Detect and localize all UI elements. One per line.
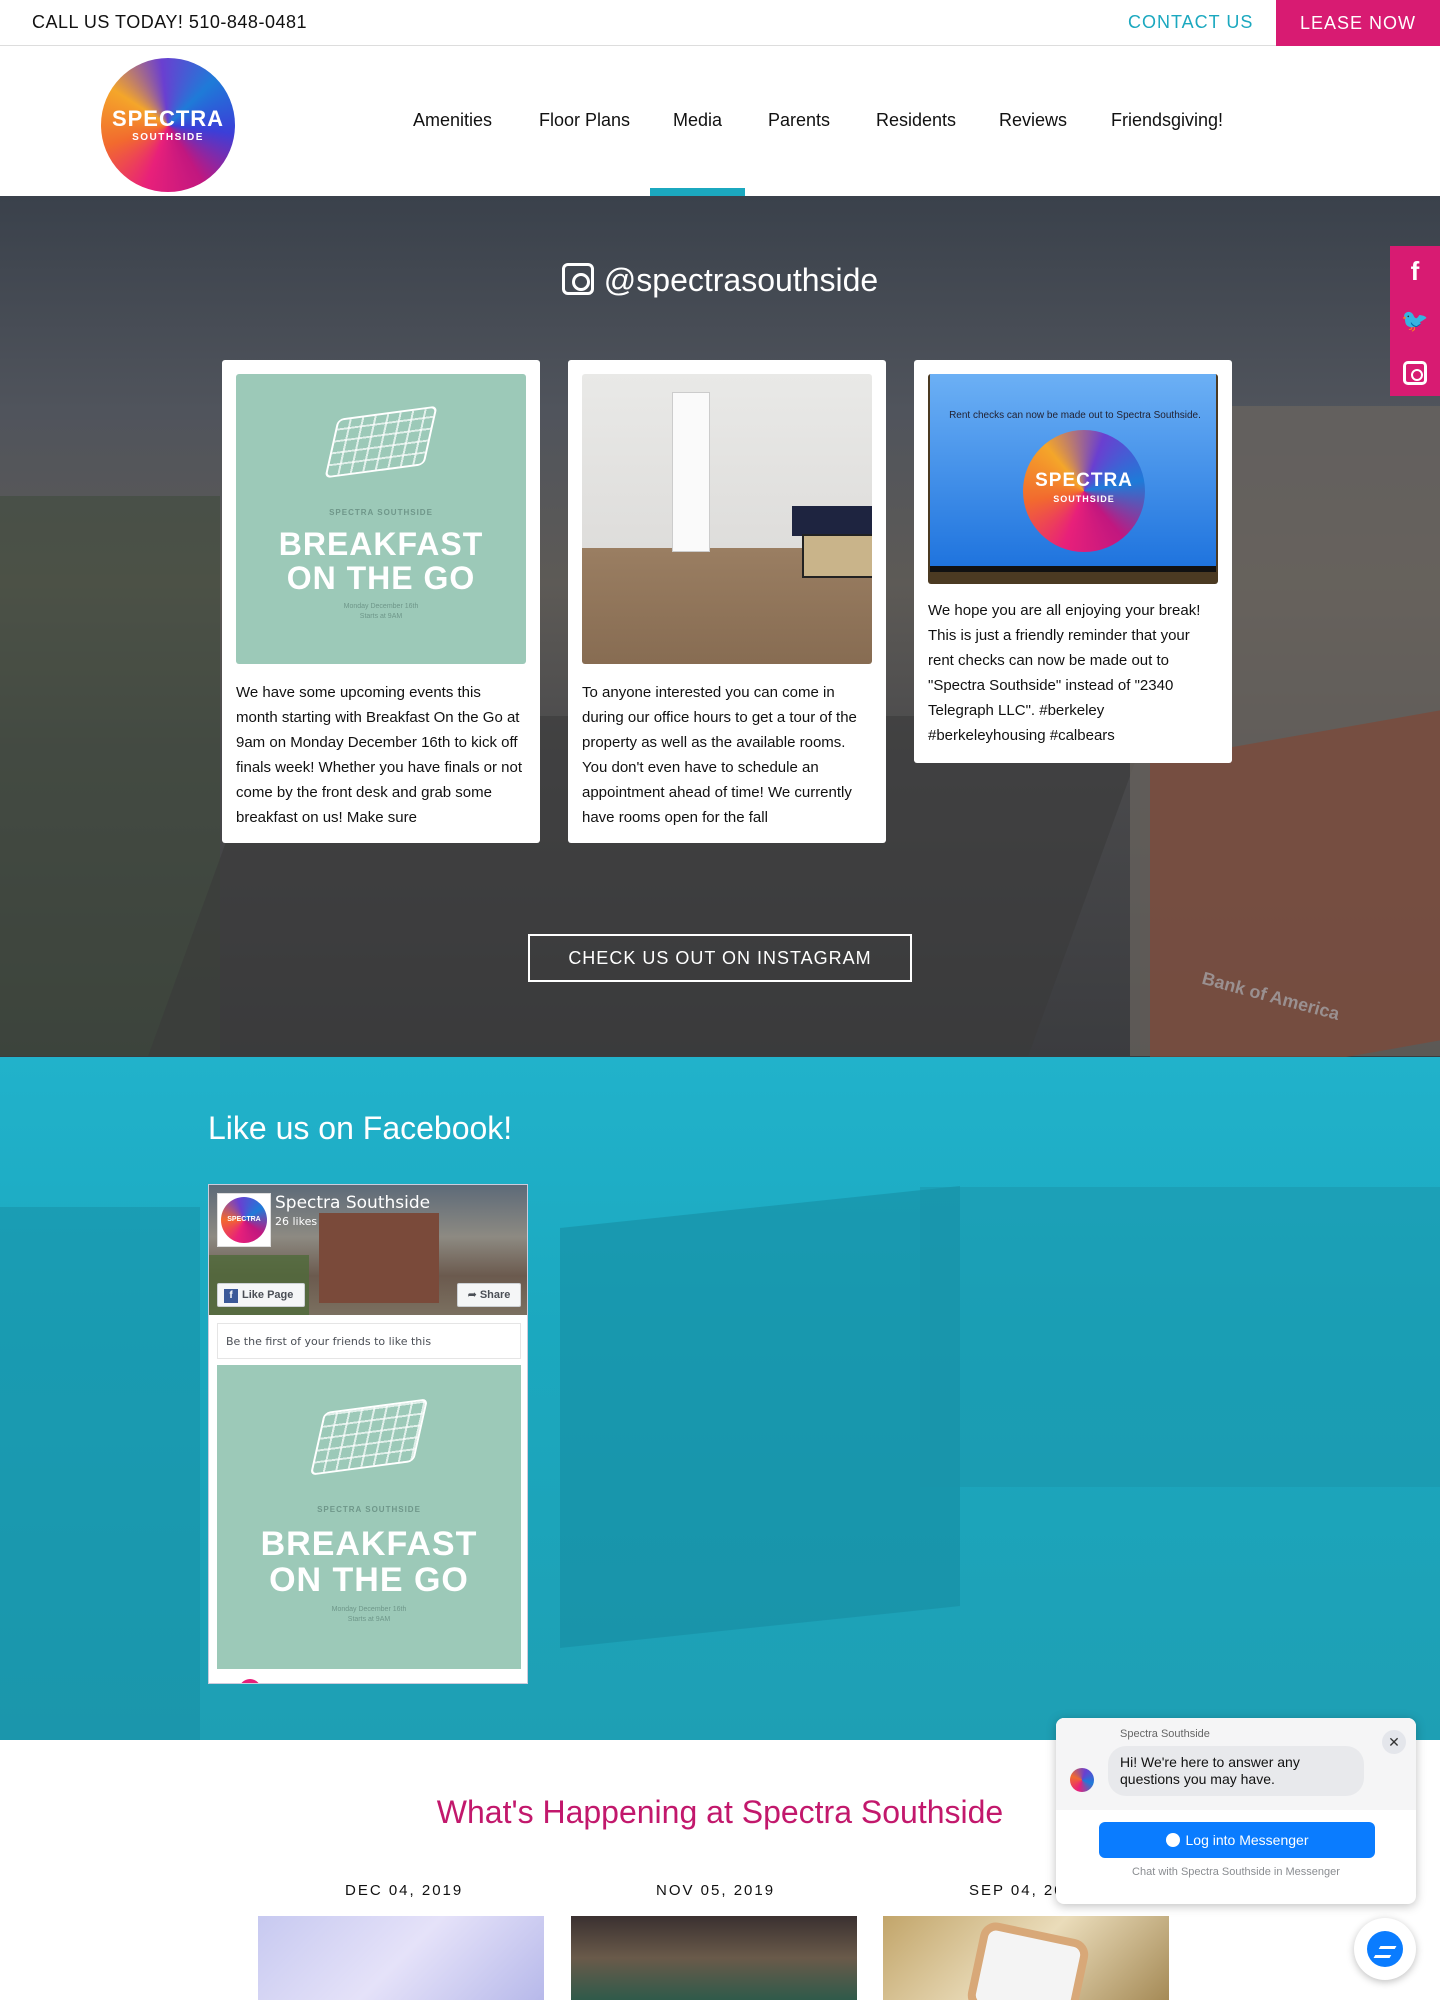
logo-text: SPECTRA xyxy=(111,106,225,131)
tv-screen: Rent checks can now be made out to Spect… xyxy=(930,374,1216,572)
flyer-date: Monday December 16th xyxy=(331,1606,407,1613)
share-label: Share xyxy=(479,1289,511,1301)
flyer-title-line1: BREAKFAST xyxy=(278,526,484,562)
header: SPECTRA SOUTHSIDE Amenities Floor Plans … xyxy=(0,46,1440,196)
instagram-post-caption: We have some upcoming events this month … xyxy=(236,684,522,826)
instagram-glyph xyxy=(1403,361,1427,385)
instagram-post-card[interactable]: SPECTRA SOUTHSIDE BREAKFAST ON THE GO Mo… xyxy=(222,360,540,843)
messenger-icon xyxy=(1367,1931,1403,1967)
breakfast-flyer-image: SPECTRA SOUTHSIDE BREAKFAST ON THE GO Mo… xyxy=(236,374,526,664)
tv-logo-subtext: SOUTHSIDE xyxy=(1053,494,1115,504)
facebook-cover-photo[interactable]: SPECTRA Spectra Southside 26 likes f Like… xyxy=(209,1185,527,1315)
nav-item-reviews[interactable]: Reviews xyxy=(999,110,1067,131)
log-into-messenger-button[interactable]: Log into Messenger xyxy=(1099,1822,1375,1858)
post-date: DEC 04, 2019 xyxy=(345,1882,464,1899)
breakfast-flyer-image: SPECTRA SOUTHSIDE BREAKFAST ON THE GO Mo… xyxy=(217,1365,521,1669)
flyer-title-line1: BREAKFAST xyxy=(260,1525,478,1563)
flyer-time: Starts at 9AM xyxy=(347,1616,391,1623)
phone-number[interactable]: CALL US TODAY! 510-848-0481 xyxy=(32,12,307,33)
flyer-date: Monday December 16th xyxy=(343,603,419,610)
post-date: NOV 05, 2019 xyxy=(656,1882,776,1899)
nav-item-floor-plans[interactable]: Floor Plans xyxy=(539,110,630,131)
chat-avatar xyxy=(1070,1768,1094,1792)
instagram-heading[interactable]: @spectrasouthside xyxy=(0,262,1440,299)
facebook-likes-count: 26 likes xyxy=(275,1215,318,1228)
facebook-page-widget[interactable]: SPECTRA Spectra Southside 26 likes f Like… xyxy=(208,1184,528,1684)
logo-subtext: SOUTHSIDE xyxy=(132,132,204,143)
facebook-icon[interactable]: f xyxy=(1390,246,1440,296)
room-photo xyxy=(582,374,872,664)
close-icon[interactable]: ✕ xyxy=(1382,1730,1406,1754)
top-bar: CALL US TODAY! 510-848-0481 CONTACT US L… xyxy=(0,0,1440,46)
tv-logo: SPECTRA SOUTHSIDE xyxy=(1023,430,1145,552)
chat-header: Spectra Southside Hi! We're here to answ… xyxy=(1056,1718,1416,1810)
waffle-icon xyxy=(324,405,438,479)
twitter-icon[interactable]: 🐦 xyxy=(1390,296,1440,346)
messenger-icon xyxy=(1165,1833,1180,1847)
facebook-page-avatar[interactable]: SPECTRA xyxy=(217,1193,271,1247)
login-label: Log into Messenger xyxy=(1185,1832,1309,1848)
blog-post-thumbnail[interactable] xyxy=(258,1916,544,2000)
instagram-post-card[interactable]: To anyone interested you can come in dur… xyxy=(568,360,886,843)
instagram-handle: @spectrasouthside xyxy=(603,262,879,298)
like-page-label: Like Page xyxy=(242,1289,294,1301)
contact-us-link[interactable]: CONTACT US xyxy=(1128,12,1253,33)
check-instagram-button[interactable]: CHECK US OUT ON INSTAGRAM xyxy=(528,934,912,982)
instagram-icon xyxy=(561,263,594,295)
cover-building xyxy=(319,1213,439,1303)
bg-building-left xyxy=(0,1207,200,1740)
instagram-post-caption: We hope you are all enjoying your break!… xyxy=(928,602,1201,744)
lease-now-button[interactable]: LEASE NOW xyxy=(1276,0,1440,46)
facebook-post-image[interactable]: SPECTRA SOUTHSIDE BREAKFAST ON THE GO Mo… xyxy=(217,1365,521,1669)
messenger-launcher-button[interactable] xyxy=(1354,1918,1416,1980)
flyer-title-line2: ON THE GO xyxy=(269,1561,469,1599)
blog-post-thumbnail[interactable] xyxy=(883,1916,1169,2000)
bg-building-right xyxy=(920,1187,1440,1487)
spectra-logo[interactable]: SPECTRA SOUTHSIDE xyxy=(101,58,235,192)
social-sidebar: f 🐦 xyxy=(1390,246,1440,396)
room-door xyxy=(672,392,710,552)
chat-page-name: Spectra Southside xyxy=(1120,1728,1210,1740)
blog-post-thumbnail[interactable] xyxy=(571,1916,857,2000)
facebook-icon: f xyxy=(224,1289,238,1303)
nav-item-residents[interactable]: Residents xyxy=(876,110,956,131)
tv-screen-photo: Rent checks can now be made out to Spect… xyxy=(928,374,1218,584)
tv-logo-text: SPECTRA xyxy=(1035,470,1133,491)
nav-item-media[interactable]: Media xyxy=(673,110,722,131)
waffle-icon xyxy=(309,1398,429,1476)
facebook-page-name[interactable]: Spectra Southside xyxy=(275,1193,430,1213)
nav-item-friendsgiving[interactable]: Friendsgiving! xyxy=(1111,110,1223,131)
room-drawer xyxy=(802,534,872,578)
flyer-brand: SPECTRA SOUTHSIDE xyxy=(317,1505,421,1514)
post-avatar xyxy=(239,1679,261,1683)
chat-message: Hi! We're here to answer any questions y… xyxy=(1108,1746,1364,1796)
share-button[interactable]: ➦ Share xyxy=(457,1283,521,1307)
tv-note: Rent checks can now be made out to Spect… xyxy=(949,410,1201,421)
flyer-brand: SPECTRA SOUTHSIDE xyxy=(329,508,433,517)
instagram-post-card[interactable]: Rent checks can now be made out to Spect… xyxy=(914,360,1232,763)
room-bed xyxy=(792,506,872,536)
facebook-heading: Like us on Facebook! xyxy=(208,1110,513,1146)
nav-item-parents[interactable]: Parents xyxy=(768,110,830,131)
instagram-post-caption: To anyone interested you can come in dur… xyxy=(582,684,857,826)
bg-building-center xyxy=(560,1185,960,1649)
flyer-title-line2: ON THE GO xyxy=(286,560,476,596)
nav-active-indicator xyxy=(650,188,745,196)
flyer-time: Starts at 9AM xyxy=(359,613,403,620)
chat-footer: Chat with Spectra Southside in Messenger xyxy=(1132,1866,1340,1878)
friends-like-text: Be the first of your friends to like thi… xyxy=(217,1323,521,1359)
phone-in-hand xyxy=(964,1919,1092,2000)
messenger-chat-popup: Spectra Southside Hi! We're here to answ… xyxy=(1056,1718,1416,1904)
avatar-logo: SPECTRA xyxy=(221,1197,267,1243)
instagram-icon[interactable] xyxy=(1390,346,1440,396)
like-page-button[interactable]: f Like Page xyxy=(217,1283,305,1307)
nav-item-amenities[interactable]: Amenities xyxy=(413,110,492,131)
